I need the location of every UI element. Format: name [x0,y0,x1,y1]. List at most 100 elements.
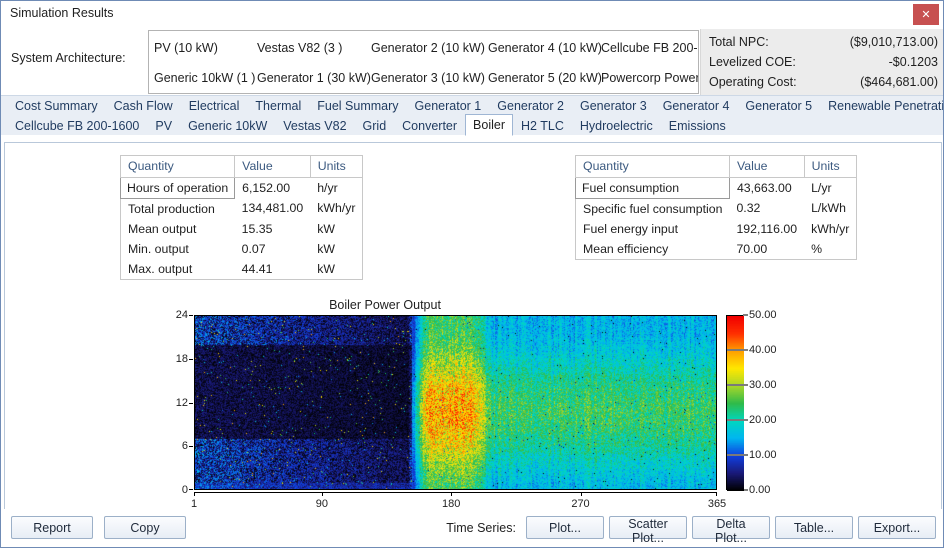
table-cell-unit: kW [310,259,363,280]
table-header-row: QuantityValueUnits [576,156,857,178]
table-cell-val: 192,116.00 [729,219,804,239]
system-architecture-row: System Architecture: PV (10 kW)Vestas V8… [1,29,943,95]
close-icon[interactable]: ✕ [913,4,939,25]
tab-generator-2[interactable]: Generator 2 [489,95,572,116]
x-tick-mark [716,492,717,496]
heatmap-plot-area[interactable] [194,315,717,490]
table-cell-unit: kW [310,239,363,259]
tab-cost-summary[interactable]: Cost Summary [7,95,106,116]
column-header: Units [310,156,363,178]
table-row[interactable]: Mean output15.35kW [121,219,363,239]
simulation-results-window: Simulation Results ✕ System Architecture… [0,0,944,548]
table-row[interactable]: Fuel consumption43,663.00L/yr [576,178,857,199]
architecture-component: Generator 2 (10 kW) [371,34,488,64]
table-cell-unit: kW [310,219,363,239]
colorbar-tick-mark [743,490,748,491]
tab-generator-1[interactable]: Generator 1 [407,95,490,116]
architecture-component: Generator 4 (10 kW) [488,34,601,64]
time-series-button-group: Plot...Scatter Plot...Delta Plot...Table… [526,516,936,539]
tab-fuel-summary[interactable]: Fuel Summary [309,95,406,116]
table-cell-qty: Hours of operation [121,178,235,199]
table-row[interactable]: Max. output44.41kW [121,259,363,280]
metric-label: Levelized COE: [709,52,796,72]
tab-grid[interactable]: Grid [355,115,395,136]
tab-cellcube-fb-200-1600[interactable]: Cellcube FB 200-1600 [7,115,147,136]
chart-colorbar [726,315,743,490]
tab-thermal[interactable]: Thermal [247,95,309,116]
y-tick-mark [189,446,193,447]
table-row[interactable]: Specific fuel consumption0.32L/kWh [576,198,857,219]
table-cell-qty: Total production [121,198,235,219]
tab-emissions[interactable]: Emissions [661,115,734,136]
delta-plot-button[interactable]: Delta Plot... [692,516,770,539]
title-bar: Simulation Results ✕ [1,1,943,29]
architecture-component: PV (10 kW) [154,34,257,64]
scatter-plot-button[interactable]: Scatter Plot... [609,516,687,539]
tab-boiler[interactable]: Boiler [465,114,513,136]
architecture-component: Generic 10kW (1 ) [154,64,257,94]
y-tick-mark [189,315,193,316]
table-cell-unit: kWh/yr [310,198,363,219]
table-cell-unit: % [804,239,857,260]
y-tick-mark [189,403,193,404]
colorbar-tick-mark [743,315,748,316]
table-row[interactable]: Fuel energy input192,116.00kWh/yr [576,219,857,239]
tab-renewable-penetration[interactable]: Renewable Penetration [820,95,944,116]
column-header: Value [235,156,311,178]
copy-button[interactable]: Copy [104,516,186,539]
table-button[interactable]: Table... [775,516,853,539]
tab-generic-10kw[interactable]: Generic 10kW [180,115,275,136]
y-tick-mark [189,359,193,360]
table-cell-qty: Fuel consumption [576,178,730,199]
architecture-component: Generator 5 (20 kW) [488,64,601,94]
architecture-component: Cellcube FB 200-16 [601,34,699,64]
summary-metrics-panel: Total NPC:($9,010,713.00)Levelized COE:-… [700,29,944,95]
y-tick-label: 0 [182,484,188,496]
architecture-component-grid: PV (10 kW)Vestas V82 (3 )Generator 2 (10… [149,31,698,94]
table-cell-unit: h/yr [310,178,363,199]
table-cell-qty: Mean efficiency [576,239,730,260]
colorbar-inner-tick [727,384,744,386]
report-button[interactable]: Report [11,516,93,539]
metric-label: Total NPC: [709,32,769,52]
column-header: Quantity [121,156,235,178]
footer-left-actions: Report Copy [11,516,186,539]
footer-time-series-actions: Time Series: Plot...Scatter Plot...Delta… [446,516,936,539]
metric-row: Levelized COE:-$0.1203 [709,52,938,72]
table-cell-unit: L/yr [804,178,857,199]
architecture-component: Powercorp Powers [601,64,699,94]
table-row[interactable]: Total production134,481.00kWh/yr [121,198,363,219]
time-series-label: Time Series: [446,521,516,535]
table-row[interactable]: Mean efficiency70.00% [576,239,857,260]
table-row[interactable]: Hours of operation6,152.00h/yr [121,178,363,199]
boiler-operation-table: QuantityValueUnitsHours of operation6,15… [120,155,363,280]
chart-y-axis: 06121824 [165,315,193,490]
tab-row-primary: Cost SummaryCash FlowElectricalThermalFu… [1,96,943,116]
table-cell-val: 0.32 [729,198,804,219]
tab-hydroelectric[interactable]: Hydroelectric [572,115,661,136]
architecture-component: Vestas V82 (3 ) [257,34,371,64]
tab-converter[interactable]: Converter [394,115,465,136]
export-button[interactable]: Export... [858,516,936,539]
tab-strip: Cost SummaryCash FlowElectricalThermalFu… [1,95,943,135]
tab-generator-5[interactable]: Generator 5 [737,95,820,116]
column-header: Quantity [576,156,730,178]
x-tick-mark [581,492,582,496]
chart-title: Boiler Power Output [5,298,765,312]
table-row[interactable]: Min. output0.07kW [121,239,363,259]
tab-cash-flow[interactable]: Cash Flow [106,95,181,116]
plot-button[interactable]: Plot... [526,516,604,539]
tab-electrical[interactable]: Electrical [181,95,248,116]
tab-row-secondary: Cellcube FB 200-1600PVGeneric 10kWVestas… [1,116,943,136]
tab-generator-4[interactable]: Generator 4 [655,95,738,116]
tab-pv[interactable]: PV [147,115,180,136]
y-tick-label: 18 [176,353,188,365]
tab-h2-tlc[interactable]: H2 TLC [513,115,572,136]
colorbar-tick-label: 50.00 [749,309,777,321]
table-header-row: QuantityValueUnits [121,156,363,178]
table-cell-qty: Specific fuel consumption [576,198,730,219]
tab-generator-3[interactable]: Generator 3 [572,95,655,116]
tab-vestas-v82[interactable]: Vestas V82 [275,115,354,136]
colorbar-inner-tick [727,349,744,351]
footer-bar: Report Copy Time Series: Plot...Scatter … [1,509,943,547]
